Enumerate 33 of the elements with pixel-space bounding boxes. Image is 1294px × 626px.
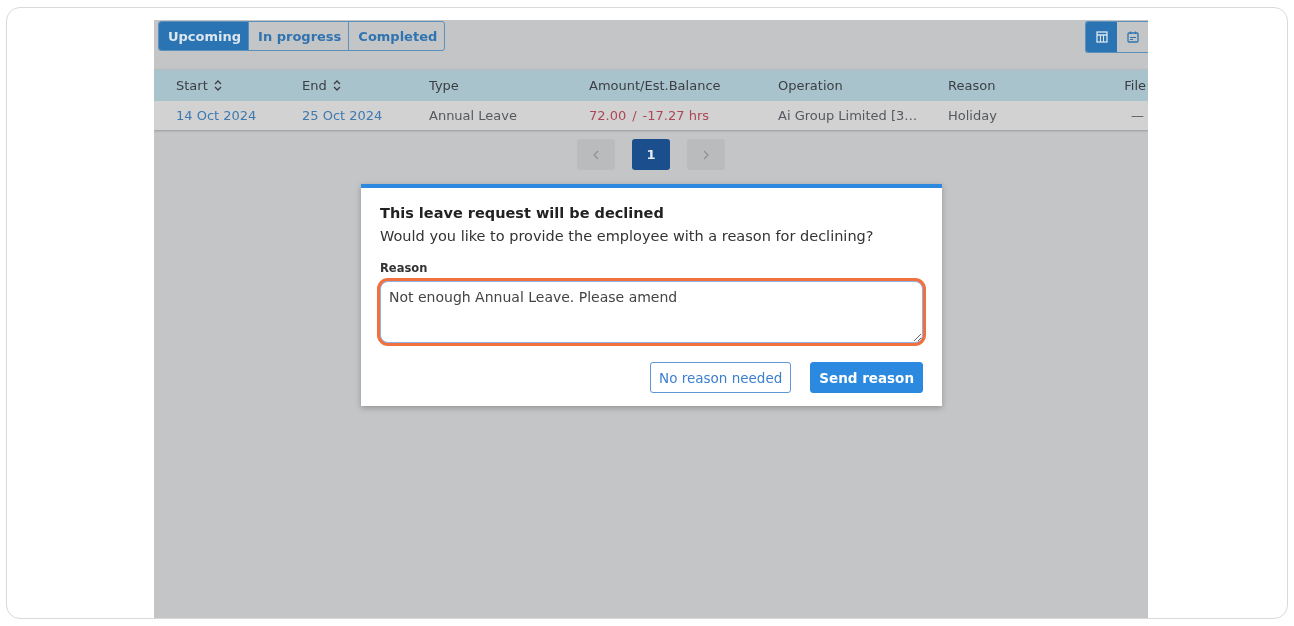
column-header[interactable]: End: [302, 78, 327, 93]
table-view-button[interactable]: [1086, 22, 1117, 52]
filter-tab[interactable]: In progress: [249, 22, 350, 50]
dialog-message: Would you like to provide the employee with a reason for declining?: [380, 228, 875, 244]
date-link[interactable]: 25 Oct 2024: [302, 108, 383, 123]
date-link[interactable]: 14 Oct 2024: [176, 108, 257, 123]
table-cell: Ai Group Limited [3…: [778, 108, 918, 123]
sort-icon: [213, 80, 222, 91]
table-cell: -17.27 hrs: [642, 108, 709, 123]
send-button[interactable]: Send reason: [810, 362, 923, 393]
filter-tab[interactable]: Upcoming: [159, 22, 250, 50]
chevron-left-icon: [593, 149, 599, 160]
sort-icon: [332, 80, 341, 91]
filter-tab[interactable]: Completed: [349, 22, 445, 50]
calendar-icon: [1126, 31, 1139, 43]
column-header[interactable]: Start: [176, 78, 208, 93]
table-cell: Holiday: [948, 108, 997, 123]
table-cell: —: [1131, 108, 1144, 123]
table-cell: 72.00: [589, 108, 627, 123]
table-cell: Annual Leave: [429, 108, 517, 123]
separator-text: /: [632, 108, 637, 123]
column-header: Operation: [778, 78, 843, 93]
column-header: Reason: [948, 78, 996, 93]
column-header: File: [1124, 78, 1146, 93]
field-label: Reason: [380, 261, 429, 275]
column-header: Amount/Est.Balance: [589, 78, 721, 93]
dismiss-button[interactable]: No reason needed: [650, 362, 792, 393]
column-header: Type: [429, 78, 459, 93]
page-button[interactable]: 1: [632, 139, 670, 170]
table-icon: [1095, 31, 1108, 43]
dialog-title: This leave request will be declined: [380, 205, 665, 221]
reason-field[interactable]: Not enough Annual Leave. Please amend: [380, 281, 923, 343]
chevron-right-icon: [703, 149, 709, 160]
